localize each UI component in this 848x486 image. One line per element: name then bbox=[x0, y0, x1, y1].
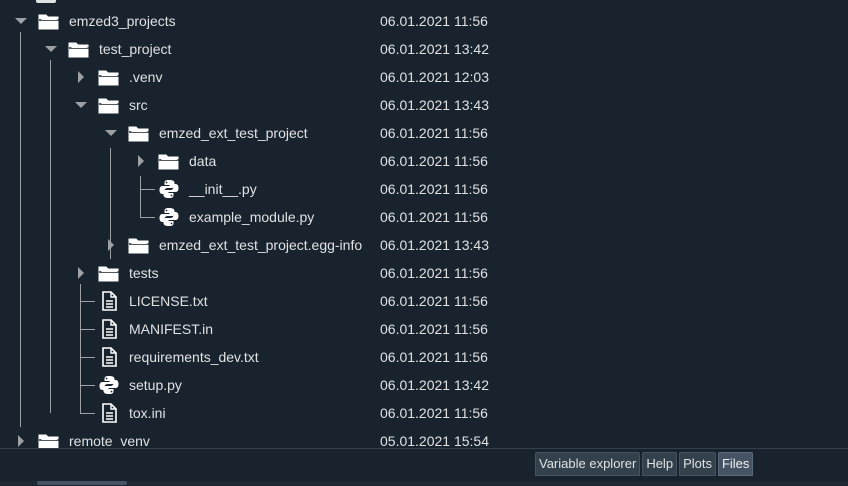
tree-item-date: 06.01.2021 13:42 bbox=[380, 377, 489, 393]
tree-row[interactable]: LICENSE.txt 06.01.2021 11:56 bbox=[0, 287, 848, 315]
tree-item-name: LICENSE.txt bbox=[129, 293, 208, 309]
tab-variable-explorer[interactable]: Variable explorer bbox=[535, 452, 641, 476]
tree-row[interactable]: requirements_dev.txt 06.01.2021 11:56 bbox=[0, 343, 848, 371]
folder-icon bbox=[98, 66, 120, 88]
scrollbar-thumb[interactable] bbox=[37, 481, 127, 485]
tree-item-name: __init__.py bbox=[189, 181, 257, 197]
text-file-icon bbox=[98, 402, 120, 424]
tree-item-name: emzed3_projects bbox=[69, 13, 176, 29]
tree-item-date: 06.01.2021 11:56 bbox=[380, 349, 488, 365]
tree-item-date: 06.01.2021 11:56 bbox=[380, 405, 488, 421]
tree-item-name: tox.ini bbox=[129, 405, 166, 421]
folder-icon bbox=[128, 122, 150, 144]
chevron-right-icon[interactable] bbox=[74, 266, 88, 280]
tree-item-date: 06.01.2021 11:56 bbox=[380, 125, 488, 141]
tree-row[interactable]: src 06.01.2021 13:43 bbox=[0, 91, 848, 119]
text-file-icon bbox=[98, 290, 120, 312]
partial-row-above bbox=[36, 0, 56, 3]
tab-help[interactable]: Help bbox=[642, 452, 678, 476]
python-file-icon bbox=[158, 178, 180, 200]
tree-item-date: 06.01.2021 11:56 bbox=[380, 209, 488, 225]
folder-icon bbox=[38, 10, 60, 32]
tree-item-name: MANIFEST.in bbox=[129, 321, 214, 337]
folder-icon bbox=[98, 262, 120, 284]
tree-row[interactable]: emzed_ext_test_project.egg-info 06.01.202… bbox=[0, 231, 848, 259]
tree-row[interactable]: emzed3_projects 06.01.2021 11:56 bbox=[0, 7, 848, 35]
tree-item-name: emzed_ext_test_project bbox=[159, 125, 308, 141]
tree-item-date: 06.01.2021 11:56 bbox=[380, 321, 488, 337]
tree-row[interactable]: tox.ini 06.01.2021 11:56 bbox=[0, 399, 848, 427]
chevron-right-icon[interactable] bbox=[74, 70, 88, 84]
horizontal-scrollbar[interactable] bbox=[0, 481, 848, 485]
tree-item-name: data bbox=[189, 153, 217, 169]
tree-row[interactable]: .venv 06.01.2021 12:03 bbox=[0, 63, 848, 91]
tree-row[interactable]: emzed_ext_test_project 06.01.2021 11:56 bbox=[0, 119, 848, 147]
tree-row[interactable]: example_module.py 06.01.2021 11:56 bbox=[0, 203, 848, 231]
tree-row[interactable]: setup.py 06.01.2021 13:42 bbox=[0, 371, 848, 399]
chevron-right-icon[interactable] bbox=[134, 154, 148, 168]
tree-item-date: 06.01.2021 11:56 bbox=[380, 13, 488, 29]
chevron-down-icon[interactable] bbox=[14, 14, 28, 28]
chevron-down-icon[interactable] bbox=[74, 98, 88, 112]
tree-item-date: 06.01.2021 12:03 bbox=[380, 69, 489, 85]
tree-item-name: setup.py bbox=[129, 377, 182, 393]
tree-item-date: 06.01.2021 11:56 bbox=[380, 265, 488, 281]
text-file-icon bbox=[98, 346, 120, 368]
file-tree[interactable]: emzed3_projects 06.01.2021 11:56 test_proj… bbox=[0, 0, 848, 452]
folder-icon bbox=[158, 150, 180, 172]
tree-item-name: requirements_dev.txt bbox=[129, 349, 259, 365]
tree-item-date: 06.01.2021 11:56 bbox=[380, 293, 488, 309]
tree-item-name: src bbox=[129, 97, 148, 113]
tab-files[interactable]: Files bbox=[717, 452, 754, 476]
python-file-icon bbox=[158, 206, 180, 228]
tree-row[interactable]: __init__.py 06.01.2021 11:56 bbox=[0, 175, 848, 203]
tree-item-name: test_project bbox=[99, 41, 172, 57]
tree-item-name: .venv bbox=[129, 69, 163, 85]
chevron-right-icon[interactable] bbox=[104, 238, 118, 252]
tree-item-date: 06.01.2021 11:56 bbox=[380, 153, 488, 169]
tree-item-date: 06.01.2021 13:43 bbox=[380, 97, 489, 113]
folder-icon bbox=[98, 94, 120, 116]
tree-row[interactable]: tests 06.01.2021 11:56 bbox=[0, 259, 848, 287]
tree-row[interactable]: test_project 06.01.2021 13:42 bbox=[0, 35, 848, 63]
python-file-icon bbox=[98, 374, 120, 396]
tab-plots[interactable]: Plots bbox=[679, 452, 716, 476]
folder-icon bbox=[128, 234, 150, 256]
tree-row[interactable]: data 06.01.2021 11:56 bbox=[0, 147, 848, 175]
tree-item-name: example_module.py bbox=[189, 209, 315, 225]
chevron-down-icon[interactable] bbox=[104, 126, 118, 140]
chevron-right-icon[interactable] bbox=[14, 434, 28, 448]
tree-row[interactable]: MANIFEST.in 06.01.2021 11:56 bbox=[0, 315, 848, 343]
tree-item-name: emzed_ext_test_project.egg-info bbox=[159, 237, 363, 253]
folder-icon bbox=[68, 38, 90, 60]
tree-item-date: 06.01.2021 13:43 bbox=[380, 237, 489, 253]
tree-item-date: 06.01.2021 13:42 bbox=[380, 41, 489, 57]
text-file-icon bbox=[98, 318, 120, 340]
tree-item-name: tests bbox=[129, 265, 159, 281]
chevron-down-icon[interactable] bbox=[44, 42, 58, 56]
pane-tabs: Variable explorer Help Plots Files bbox=[535, 452, 754, 476]
tree-item-date: 06.01.2021 11:56 bbox=[380, 181, 488, 197]
